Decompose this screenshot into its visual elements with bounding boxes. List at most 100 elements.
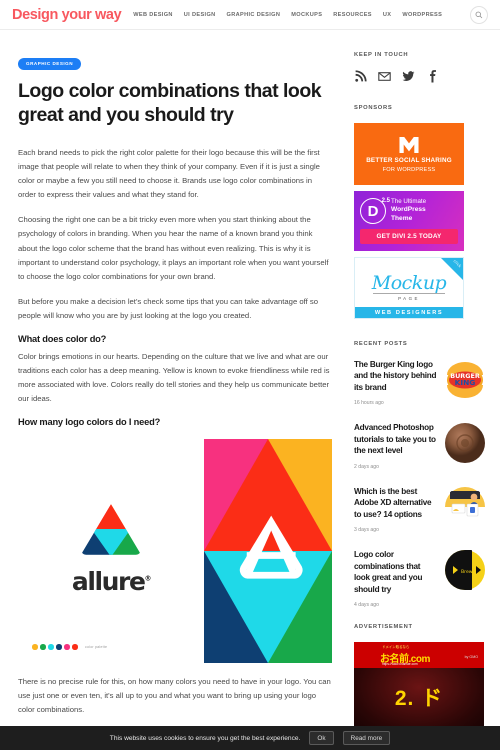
section-heading-how-many-logo-colors: How many logo colors do I need? bbox=[18, 416, 161, 427]
palette-dot-2 bbox=[40, 644, 46, 650]
facebook-icon[interactable] bbox=[426, 70, 439, 83]
nav-item-web-design[interactable]: WEB DESIGN bbox=[133, 12, 173, 18]
cookie-ok-button[interactable]: Ok bbox=[309, 731, 334, 745]
allure-logo-icon bbox=[82, 503, 140, 555]
monarch-logo-icon bbox=[399, 136, 419, 153]
social-links bbox=[354, 70, 486, 83]
page-title: Logo color combinations that look great … bbox=[18, 79, 322, 127]
nav-item-mockups[interactable]: MOCKUPS bbox=[291, 12, 322, 18]
sponsor-banner-divi[interactable]: D 2.5 The Ultimate WordPress Theme GET D… bbox=[354, 191, 464, 251]
figure-color-poster bbox=[204, 438, 332, 663]
recent-post-text: Logo color combinations that look great … bbox=[354, 549, 437, 608]
nav-item-wordpress[interactable]: WORDPRESS bbox=[402, 12, 442, 18]
article-paragraph-1: Each brand needs to pick the right color… bbox=[18, 148, 320, 200]
divi-version: 2.5 bbox=[381, 198, 390, 204]
recent-post-date: 2 days ago bbox=[354, 463, 379, 470]
monarch-banner-body: BETTER SOCIAL SHARING FOR WORDPRESS bbox=[354, 123, 464, 185]
category-badge[interactable]: GRAPHIC DESIGN bbox=[18, 57, 82, 70]
recent-post-item[interactable]: The Burger King logo and the history beh… bbox=[354, 359, 486, 406]
brew-logo-icon: Brew bbox=[445, 550, 485, 591]
figure-left-panel: allure® color palette bbox=[18, 438, 204, 663]
recent-post-item[interactable]: Advanced Photoshop tutorials to take you… bbox=[354, 422, 486, 470]
rss-icon[interactable] bbox=[354, 70, 367, 83]
article-paragraph-4: Color brings emotions in our hearts. Dep… bbox=[18, 351, 330, 403]
burger-king-logo-icon: BURGER KING bbox=[444, 359, 486, 401]
nav-item-graphic-design[interactable]: GRAPHIC DESIGN bbox=[227, 12, 281, 18]
nav-item-ui-design[interactable]: UI DESIGN bbox=[184, 12, 216, 18]
recent-post-thumbnail-brew-logo[interactable]: Brew bbox=[444, 549, 486, 591]
widget-title-advertisement: ADVERTISEMENT bbox=[354, 624, 413, 631]
nav-item-resources[interactable]: RESOURCES bbox=[333, 12, 372, 18]
divi-logo-icon: D 2.5 bbox=[360, 198, 390, 224]
recent-post-title[interactable]: Which is the best Adobe XD alternative t… bbox=[354, 486, 437, 520]
divi-line-2: WordPress bbox=[391, 206, 426, 214]
article-column: GRAPHIC DESIGN Logo color combinations t… bbox=[0, 30, 350, 749]
recent-post-text: Advanced Photoshop tutorials to take you… bbox=[354, 422, 437, 469]
recent-post-text: The Burger King logo and the history beh… bbox=[354, 359, 437, 406]
recent-post-item[interactable]: Which is the best Adobe XD alternative t… bbox=[354, 486, 486, 533]
divi-line-3: Theme bbox=[391, 215, 413, 223]
main-navigation: WEB DESIGN UI DESIGN GRAPHIC DESIGN MOCK… bbox=[133, 12, 442, 18]
divi-line-1: The Ultimate bbox=[391, 198, 427, 205]
divi-cta-button[interactable]: GET DIVI 2.5 TODAY bbox=[360, 229, 458, 244]
palette-dot-5 bbox=[64, 644, 70, 650]
twitter-icon[interactable] bbox=[402, 70, 415, 83]
cookie-read-more-button[interactable]: Read more bbox=[342, 731, 391, 745]
svg-text:Brew: Brew bbox=[461, 569, 473, 575]
recent-post-title[interactable]: Advanced Photoshop tutorials to take you… bbox=[354, 422, 437, 456]
page-body: GRAPHIC DESIGN Logo color combinations t… bbox=[0, 30, 500, 749]
nav-item-ux[interactable]: UX bbox=[383, 12, 391, 18]
search-button[interactable] bbox=[470, 5, 488, 24]
palette-dot-1 bbox=[32, 644, 38, 650]
adobe-xd-illustration-icon bbox=[445, 486, 485, 527]
search-icon bbox=[475, 11, 483, 18]
ad-top-url: https://www.onamae.com bbox=[382, 662, 418, 667]
monarch-line-1: BETTER SOCIAL SHARING bbox=[366, 156, 452, 164]
article-paragraph-2: Choosing the right one can be a bit tric… bbox=[18, 215, 329, 281]
monarch-line-2: FOR WORDPRESS bbox=[382, 166, 436, 173]
recent-post-thumbnail-adobe-xd[interactable] bbox=[444, 486, 486, 528]
cookie-consent-bar: This website uses cookies to ensure you … bbox=[0, 726, 500, 750]
section-heading-what-does-color-do: What does color do? bbox=[18, 333, 107, 344]
palette-dot-6 bbox=[72, 644, 78, 650]
palette-label: color palette bbox=[85, 644, 108, 649]
palette-dot-3 bbox=[48, 644, 54, 650]
widget-title-recent-posts: RECENT POSTS bbox=[354, 341, 408, 347]
advertisement-banner[interactable]: ドメイン取るなら お名前.com https://www.onamae.com … bbox=[354, 642, 484, 733]
widget-title-keep-in-touch: KEEP IN TOUCH bbox=[354, 52, 409, 58]
ad-gmo-label: by GMO bbox=[464, 655, 478, 660]
registered-mark-icon: ® bbox=[144, 574, 152, 583]
mockup-subtitle: PAGE bbox=[373, 293, 445, 301]
site-header: Design your way WEB DESIGN UI DESIGN GRA… bbox=[0, 0, 500, 30]
sidebar: KEEP IN TOUCH SPONSORS BETTER SOCIAL SHA… bbox=[350, 30, 500, 749]
recent-post-text: Which is the best Adobe XD alternative t… bbox=[354, 486, 437, 533]
mockup-footer: WEB DESIGNERS bbox=[355, 307, 463, 318]
ad-main-area: 2. ド bbox=[354, 668, 484, 733]
palette-dot-4 bbox=[56, 644, 62, 650]
allure-wordmark: allure® bbox=[72, 567, 152, 596]
recent-post-thumbnail-burger-king[interactable]: BURGER KING bbox=[444, 359, 486, 401]
sponsor-banner-monarch[interactable]: BETTER SOCIAL SHARING FOR WORDPRESS bbox=[354, 123, 464, 185]
svg-text:KING: KING bbox=[455, 378, 476, 387]
article-paragraph-3: But before you make a decision let's che… bbox=[18, 296, 319, 320]
article-paragraph-5: There is no precise rule for this, on ho… bbox=[18, 676, 331, 714]
recent-post-thumbnail-photoshop-orb[interactable] bbox=[444, 422, 486, 464]
figure-right-panel bbox=[204, 438, 332, 663]
article-figure-allure-logo: allure® color palette bbox=[18, 438, 332, 663]
recent-post-item[interactable]: Logo color combinations that look great … bbox=[354, 549, 486, 608]
divi-letter: D bbox=[367, 202, 379, 220]
mockup-wordmark: Mockup bbox=[371, 271, 447, 294]
email-icon[interactable] bbox=[378, 70, 391, 83]
sponsor-banner-mockup[interactable]: Mockup PAGE WEB DESIGNERS click bbox=[354, 257, 464, 319]
bronze-orb-icon bbox=[445, 423, 485, 464]
divi-text-block: The Ultimate WordPress Theme bbox=[391, 198, 426, 224]
ad-top-strip: ドメイン取るなら お名前.com https://www.onamae.com … bbox=[354, 642, 484, 669]
ad-headline: 2. ド bbox=[394, 687, 444, 711]
recent-post-title[interactable]: Logo color combinations that look great … bbox=[354, 549, 437, 595]
divi-top-row: D 2.5 The Ultimate WordPress Theme bbox=[360, 198, 458, 224]
cookie-message: This website uses cookies to ensure you … bbox=[109, 734, 301, 742]
widget-title-sponsors: SPONSORS bbox=[354, 105, 393, 111]
site-logo[interactable]: Design your way bbox=[12, 7, 122, 23]
recent-post-title[interactable]: The Burger King logo and the history beh… bbox=[354, 359, 437, 393]
